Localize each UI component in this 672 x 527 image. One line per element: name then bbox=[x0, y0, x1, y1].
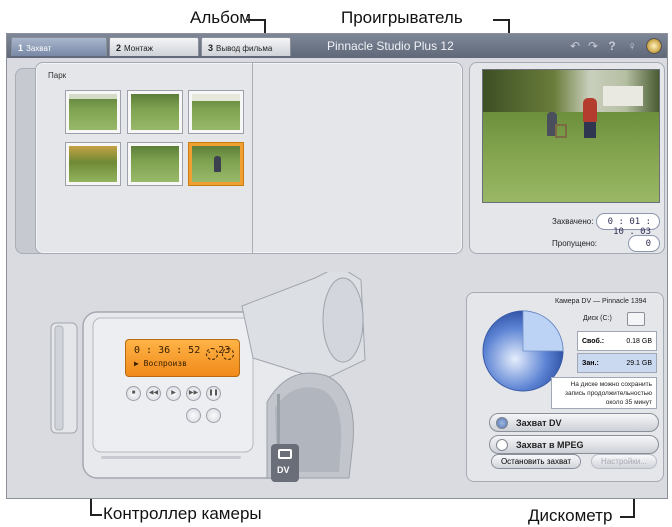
captured-label: Захвачено: bbox=[552, 217, 594, 226]
tab-make-movie-label: Вывод фильма bbox=[216, 44, 273, 53]
tip-icon[interactable]: ♀ bbox=[624, 38, 640, 54]
tab-capture[interactable]: 1 Захват bbox=[11, 37, 107, 56]
tab-make-movie[interactable]: 3 Вывод фильма bbox=[201, 37, 291, 56]
album-scene-5[interactable] bbox=[128, 143, 182, 185]
stop-icon[interactable]: ■ bbox=[126, 386, 141, 401]
album-panel: Парк bbox=[35, 62, 463, 254]
player-video[interactable] bbox=[482, 69, 660, 203]
player-callout-line bbox=[493, 19, 509, 21]
tab-edit-number: 2 bbox=[116, 43, 122, 53]
pause-icon[interactable]: ❚❚ bbox=[206, 386, 221, 401]
drive-label: Диск (C:) bbox=[583, 315, 612, 322]
camera-callout: Контроллер камеры bbox=[103, 504, 262, 523]
player-callout: Проигрыватель bbox=[341, 8, 463, 27]
used-space-label: Зан.: bbox=[582, 360, 599, 367]
dv-port: DV bbox=[271, 444, 299, 482]
diskometer-panel: Камера DV — Pinnacle 1394 Диск (C:) Своб… bbox=[466, 292, 664, 482]
dropped-counter: 0 bbox=[628, 235, 660, 252]
app-title: Pinnacle Studio Plus 12 bbox=[327, 39, 454, 53]
video-chair bbox=[555, 124, 567, 138]
disk-free-slice bbox=[522, 310, 564, 352]
tape-reel-icon bbox=[206, 348, 218, 360]
free-space-value: 0.18 GB bbox=[626, 338, 652, 345]
free-space-box: Своб.: 0.18 GB bbox=[577, 331, 657, 351]
album-callout-line bbox=[247, 19, 265, 21]
capture-dv-label: Захват DV bbox=[516, 418, 562, 428]
scene-sky bbox=[192, 94, 240, 102]
redo-icon[interactable]: ↷ bbox=[585, 38, 601, 54]
play-icon[interactable]: ▶ bbox=[166, 386, 181, 401]
scene-image bbox=[69, 146, 117, 182]
capture-dv-option[interactable]: Захват DV bbox=[489, 413, 659, 432]
tape-reel-icon bbox=[222, 348, 234, 360]
tab-capture-label: Захват bbox=[26, 44, 52, 53]
radio-dot-icon bbox=[496, 417, 508, 429]
album-scene-1[interactable] bbox=[66, 91, 120, 133]
scene-image bbox=[131, 146, 179, 182]
camera-lcd: 0 : 36 : 52 . 23 ▶ Воспроизв bbox=[125, 339, 240, 377]
tab-make-movie-number: 3 bbox=[208, 43, 214, 53]
stop-capture-button[interactable]: Остановить захват bbox=[491, 454, 581, 469]
captured-counter: 0 : 01 : 10 . 03 bbox=[596, 213, 660, 237]
album-scene-2[interactable] bbox=[128, 91, 182, 133]
album-scene-4[interactable] bbox=[66, 143, 120, 185]
free-space-label: Своб.: bbox=[582, 338, 605, 345]
fast-forward-icon[interactable]: ▶▶ bbox=[186, 386, 201, 401]
step-forward-icon[interactable] bbox=[206, 408, 221, 423]
player-panel: Захвачено: 0 : 01 : 10 . 03 Пропущено: 0 bbox=[469, 62, 665, 254]
camcorder-body bbox=[50, 272, 366, 479]
capture-mpeg-label: Захват в MPEG bbox=[516, 440, 584, 450]
album-scene-3[interactable] bbox=[189, 91, 243, 133]
camera-status: ▶ Воспроизв bbox=[134, 359, 187, 368]
scene-sky bbox=[69, 94, 117, 100]
tab-capture-number: 1 bbox=[18, 43, 24, 53]
album-section-label: Парк bbox=[48, 71, 67, 80]
video-field bbox=[483, 112, 659, 202]
used-space-box: Зан.: 29.1 GB bbox=[577, 353, 657, 373]
step-back-icon[interactable] bbox=[186, 408, 201, 423]
album-scene-6-selected[interactable] bbox=[189, 143, 243, 185]
studio-window: 1 Захват 2 Монтаж 3 Вывод фильма Pinnacle S… bbox=[6, 33, 668, 499]
capacity-note: На диске можно сохранить запись продолжи… bbox=[551, 377, 657, 409]
undo-icon[interactable]: ↶ bbox=[567, 38, 583, 54]
radio-dot-icon bbox=[496, 439, 508, 451]
capture-source: Камера DV — Pinnacle 1394 bbox=[555, 298, 647, 305]
capture-mpeg-option[interactable]: Захват в MPEG bbox=[489, 435, 659, 454]
tab-edit-label: Монтаж bbox=[124, 44, 154, 53]
dv-port-label: DV bbox=[277, 465, 290, 475]
camera-controller: DV 0 : 36 : 52 . 23 ▶ Воспроизв ■ ◀◀ ▶ ▶… bbox=[27, 272, 377, 498]
video-child-red bbox=[583, 98, 597, 122]
dv-port-icon bbox=[278, 449, 292, 459]
scene-image bbox=[69, 94, 117, 130]
disk-callout: Дискометр bbox=[528, 506, 613, 525]
help-icon[interactable]: ? bbox=[604, 38, 620, 54]
used-space-value: 29.1 GB bbox=[626, 360, 652, 367]
album-page-divider bbox=[252, 63, 253, 253]
album-callout: Альбом bbox=[190, 8, 251, 27]
rewind-icon[interactable]: ◀◀ bbox=[146, 386, 161, 401]
capture-settings-button[interactable]: Настройки... bbox=[591, 454, 657, 469]
settings-icon[interactable] bbox=[646, 38, 662, 54]
disk-callout-line bbox=[620, 516, 634, 518]
folder-icon[interactable] bbox=[627, 312, 645, 326]
camera-callout-line-h bbox=[90, 514, 102, 516]
title-bar: 1 Захват 2 Монтаж 3 Вывод фильма Pinnacle S… bbox=[7, 34, 667, 58]
scene-person bbox=[214, 156, 221, 172]
video-child-legs bbox=[584, 122, 596, 138]
tab-edit[interactable]: 2 Монтаж bbox=[109, 37, 199, 56]
scene-image bbox=[131, 94, 179, 130]
video-house bbox=[603, 86, 643, 106]
dropped-label: Пропущено: bbox=[552, 239, 598, 248]
